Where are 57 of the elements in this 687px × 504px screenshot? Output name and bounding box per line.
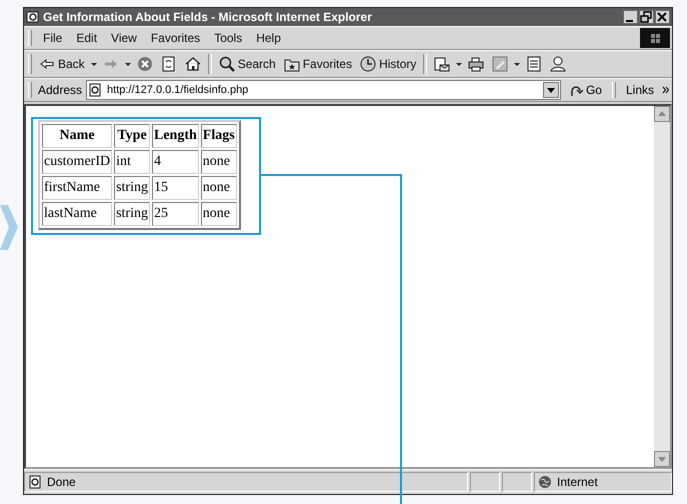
table-cell: string [114,176,150,200]
chevron-arrow [0,205,18,250]
column-header: Flags [200,124,237,148]
menu-item[interactable]: Help [251,31,286,45]
page-icon [88,83,102,97]
table-cell: string [114,202,150,226]
envelope-icon [434,56,450,72]
table-cell: 4 [152,150,199,174]
menu-item[interactable]: Favorites [146,31,206,45]
status-panel [502,472,532,492]
column-header: Type [114,124,150,148]
table-cell: int [114,150,150,174]
minimize-button[interactable] [623,10,638,24]
table-cell: none [200,150,237,174]
menu-item[interactable]: Edit [71,31,102,45]
table-cell: lastName [42,202,112,226]
table-cell: 25 [152,202,199,226]
favorites-button[interactable]: Favorites [280,56,356,72]
column-header: Name [42,124,112,148]
zone-label: Internet [557,475,598,489]
edit-icon [492,56,508,72]
menu-item[interactable]: View [106,31,142,45]
left-arrow-icon [39,56,55,72]
address-field[interactable]: http://127.0.0.1/fieldsinfo.php [86,80,561,100]
status-text: Done [47,475,76,489]
status-panel [470,472,500,492]
table-cell: customerID [42,150,112,174]
page-icon [28,475,42,489]
dropdown-button[interactable] [542,82,559,98]
table-cell: firstName [42,176,112,200]
chevron-icon[interactable] [662,85,670,95]
table-cell: none [200,176,237,200]
table-cell: none [200,202,237,226]
menu-item[interactable]: File [38,31,68,45]
document-icon [526,56,542,72]
history-button[interactable]: History [357,56,420,72]
clock-icon [360,56,376,72]
stop-icon [136,56,153,72]
person-icon [550,56,566,72]
globe-icon [538,475,552,489]
window-title: Get Information About Fields - Microsoft Internet Explorer [43,10,372,24]
links-button[interactable]: Links [622,83,658,97]
search-button[interactable]: Search [216,56,279,72]
browser-icon [26,10,40,24]
house-icon [184,56,201,72]
search-icon [218,56,235,72]
menu-item[interactable]: Tools [209,31,248,45]
restore-button[interactable] [639,10,654,24]
close-button[interactable] [655,10,670,24]
column-header: Length [152,124,199,148]
back-button[interactable]: Back [36,56,88,72]
table-cell: 15 [152,176,199,200]
address-label: Address [38,83,82,97]
printer-icon [468,56,484,72]
go-button[interactable]: Go [564,83,606,97]
refresh-icon [160,56,177,72]
windows-logo [640,28,670,48]
